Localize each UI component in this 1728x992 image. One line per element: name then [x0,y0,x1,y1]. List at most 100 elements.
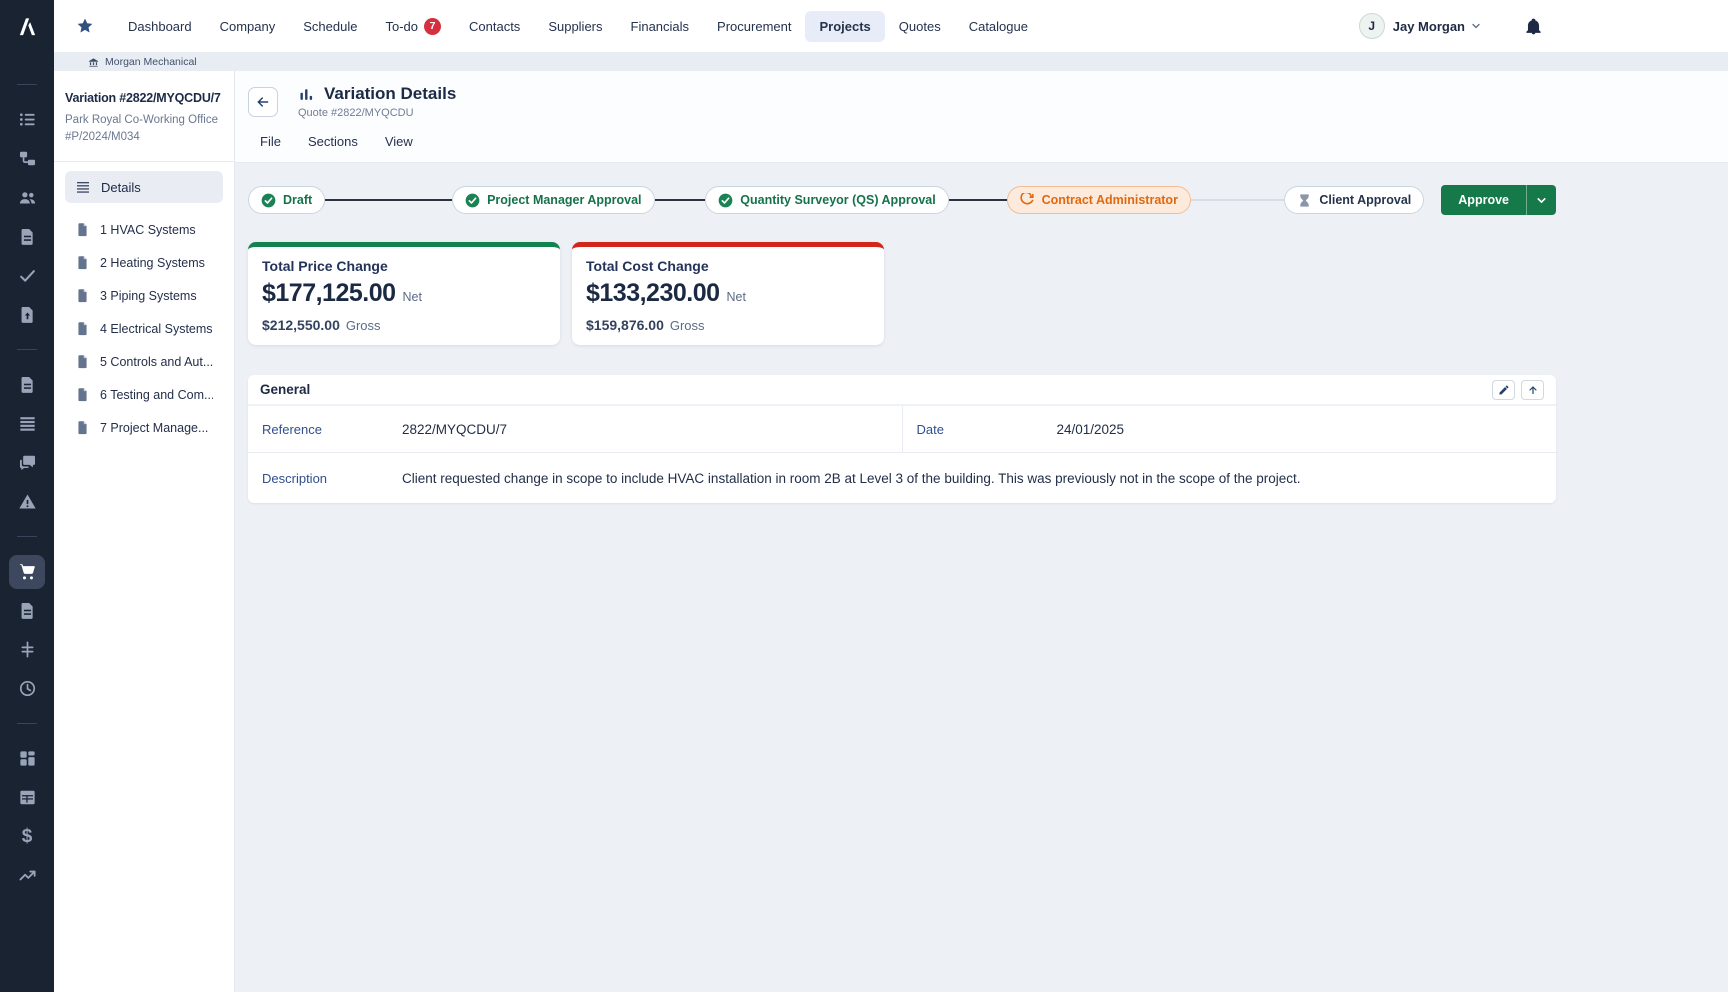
rail-document-2[interactable] [9,368,45,402]
project-number: #P/2024/M034 [65,129,223,146]
hierarchy-icon [18,149,37,168]
sidebar-item-section[interactable]: 2 Heating Systems [65,246,223,279]
rail-table[interactable] [9,781,45,815]
user-name[interactable]: Jay Morgan [1393,19,1465,34]
nav-contacts[interactable]: Contacts [455,11,534,42]
nav-label: Procurement [717,19,791,34]
menu-file[interactable]: File [260,134,281,149]
description-cell[interactable]: Description Client requested change in s… [248,453,1556,503]
dashboard-grid-icon [18,749,37,768]
card-title: Total Price Change [262,258,546,274]
sidebar-item-section[interactable]: 5 Controls and Aut... [65,345,223,378]
favorite-star-button[interactable] [76,17,94,35]
sidebar-item-section[interactable]: 6 Testing and Com... [65,378,223,411]
app-logo[interactable] [0,0,54,53]
rail-rows[interactable] [9,407,45,441]
nav-quotes[interactable]: Quotes [885,11,955,42]
warning-icon [18,492,37,511]
net-label: Net [403,290,422,304]
rail-dollar[interactable]: $ [9,820,45,854]
rail-trending[interactable] [9,859,45,893]
approve-button[interactable]: Approve [1441,185,1526,215]
general-row-description: Description Client requested change in s… [248,453,1556,503]
notifications-button[interactable] [1524,17,1543,36]
section-label: 3 Piping Systems [100,289,197,303]
step-label: Contract Administrator [1042,193,1178,207]
cart-icon [18,562,37,581]
section-label: 7 Project Manage... [100,421,208,435]
nav-todo[interactable]: To-do7 [371,10,455,43]
edit-button[interactable] [1492,380,1515,400]
workflow-step-draft[interactable]: Draft [248,186,325,214]
rail-hierarchy[interactable] [9,142,45,176]
menu-view[interactable]: View [385,134,413,149]
workflow-step-contract-admin[interactable]: Contract Administrator [1007,186,1191,214]
rows-icon [18,414,37,433]
nav-procurement[interactable]: Procurement [703,11,805,42]
bar-chart-icon [298,86,315,103]
nav-dashboard[interactable]: Dashboard [114,11,206,42]
dollar-icon: $ [22,827,33,846]
collapse-button[interactable] [1521,380,1544,400]
total-price-change-card: Total Price Change $177,125.00 Net $212,… [248,242,560,345]
bank-icon [88,57,99,68]
rail-document[interactable] [9,220,45,254]
nav-projects[interactable]: Projects [805,11,884,42]
rail-divider [17,84,37,85]
file-icon [75,321,90,336]
arrow-up-icon [1527,384,1539,396]
gross-label: Gross [670,318,705,333]
sidebar-item-section[interactable]: 3 Piping Systems [65,279,223,312]
rail-dashboard[interactable] [9,742,45,776]
user-avatar[interactable]: J [1359,13,1385,39]
menu-sections[interactable]: Sections [308,134,358,149]
rail-check[interactable] [9,259,45,293]
workflow-step-client-approval[interactable]: Client Approval [1284,186,1424,214]
back-button[interactable] [248,87,278,117]
nav-label: Suppliers [548,19,602,34]
total-cost-change-card: Total Cost Change $133,230.00 Net $159,8… [572,242,884,345]
star-icon [76,17,94,35]
rail-list[interactable] [9,103,45,137]
nav-suppliers[interactable]: Suppliers [534,11,616,42]
clock-icon [18,679,37,698]
nav-schedule[interactable]: Schedule [289,11,371,42]
sidebar-item-section[interactable]: 1 HVAC Systems [65,213,223,246]
general-section: General Reference 2822/MYQCDU/7 [248,375,1556,503]
breadcrumb[interactable]: Morgan Mechanical [54,53,1728,71]
trending-up-icon [18,866,37,885]
section-label: 1 HVAC Systems [100,223,196,237]
nav-label: Schedule [303,19,357,34]
approve-dropdown-button[interactable] [1526,185,1556,215]
workflow-step-qs-approval[interactable]: Quantity Surveyor (QS) Approval [705,186,948,214]
date-cell[interactable]: Date 24/01/2025 [902,406,1557,452]
top-nav: Dashboard Company Schedule To-do7 Contac… [54,0,1728,53]
general-row-reference-date: Reference 2822/MYQCDU/7 Date 24/01/2025 [248,406,1556,453]
page-title: Variation Details [324,84,456,104]
rail-warning[interactable] [9,485,45,519]
net-label: Net [727,290,746,304]
nav-catalogue[interactable]: Catalogue [955,11,1042,42]
project-name: Park Royal Co-Working Office [65,112,223,129]
nav-financials[interactable]: Financials [617,11,704,42]
sidebar-item-section[interactable]: 4 Electrical Systems [65,312,223,345]
section-label: 4 Electrical Systems [100,322,213,336]
table-icon [18,788,37,807]
rail-people[interactable] [9,181,45,215]
reference-value: 2822/MYQCDU/7 [402,422,507,437]
rail-tune[interactable] [9,633,45,667]
rail-chat[interactable] [9,446,45,480]
nav-company[interactable]: Company [206,11,290,42]
rail-clock[interactable] [9,672,45,706]
rail-document-3[interactable] [9,594,45,628]
card-title: Total Cost Change [586,258,870,274]
rail-cart[interactable] [9,555,45,589]
rail-file-upload[interactable] [9,298,45,332]
check-circle-icon [718,193,733,208]
sidebar-item-details[interactable]: Details [65,171,223,203]
net-amount: $133,230.00 [586,279,720,308]
reference-cell[interactable]: Reference 2822/MYQCDU/7 [248,406,902,452]
chevron-down-icon[interactable] [1470,20,1482,32]
workflow-step-pm-approval[interactable]: Project Manager Approval [452,186,654,214]
sidebar-item-section[interactable]: 7 Project Manage... [65,411,223,444]
